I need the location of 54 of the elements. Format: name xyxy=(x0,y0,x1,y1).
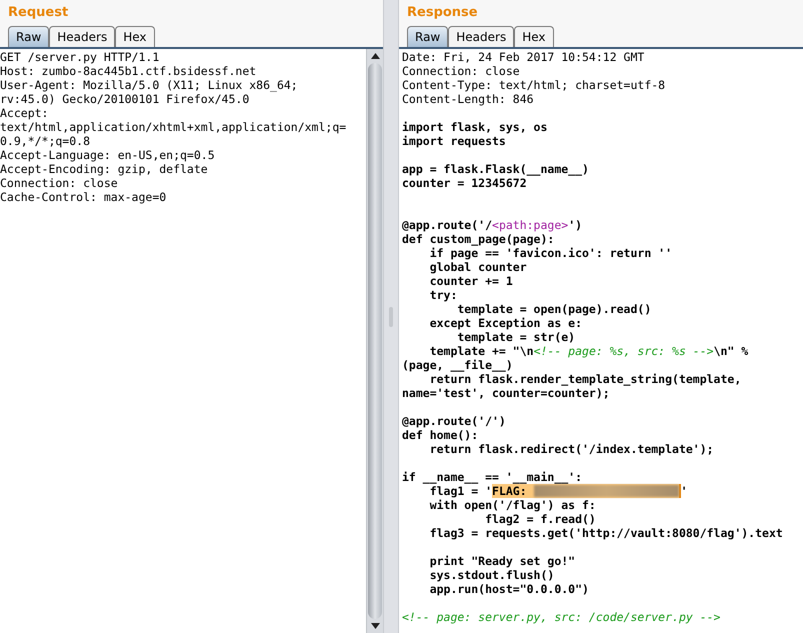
code-line: flag3 = requests.get('http://vault:8080/flag').text xyxy=(428,526,783,540)
scrollbar[interactable] xyxy=(366,49,383,633)
response-header-line: Connection: close xyxy=(402,64,520,78)
panel-title: Response xyxy=(406,4,478,22)
code-line: app.run(host="0.0.0.0") xyxy=(428,582,589,596)
code-line: import flask, sys, os xyxy=(402,120,548,134)
code-line: if page == 'favicon.ico': return '' xyxy=(428,246,672,260)
code-line: template = str(e) xyxy=(456,330,576,344)
code-line: template = open(page).read() xyxy=(456,302,652,316)
code-line: if __name__ == '__main__': xyxy=(402,470,582,484)
view-tab[interactable]: Raw xyxy=(407,26,448,47)
code-line: <!-- page: server.py, src: /code/server.py --> xyxy=(402,610,720,624)
request-line: 0.9,*/*;q=0.8 xyxy=(0,134,90,148)
code-line: counter += 1 xyxy=(428,274,513,288)
code-line: print "Ready set go!" xyxy=(428,554,576,568)
code-line: app = flask.Flask(__name__) xyxy=(402,162,589,176)
code-line: import requests xyxy=(402,134,506,148)
request-line: Cache-Control: max-age=0 xyxy=(0,190,166,204)
code-line: (page, __file__) xyxy=(402,358,513,372)
code-line: return flask.redirect('/index.template'); xyxy=(428,442,714,456)
code-line: with open('/flag') as f: xyxy=(428,498,596,512)
request-line: GET /server.py HTTP/1.1 xyxy=(0,50,160,64)
scroll-thumb[interactable] xyxy=(368,63,382,619)
code-line: flag1 = 'FLAG: ' xyxy=(428,484,688,498)
response-header-line: Content-Type: text/html; charset=utf-8 xyxy=(402,78,666,92)
code-line: counter = 12345672 xyxy=(402,176,527,190)
code-line: template += "\n<!-- page: %s, src: %s -->\n" % xyxy=(428,344,748,358)
code-line: flag2 = f.read() xyxy=(484,512,596,526)
code-line: def home(): xyxy=(402,428,478,442)
view-tab[interactable]: Hex xyxy=(115,26,154,47)
request-line: User-Agent: Mozilla/5.0 (X11; Linux x86_64; xyxy=(0,78,298,92)
response-header-line: Date: Fri, 24 Feb 2017 10:54:12 GMT xyxy=(402,50,644,64)
panel-title: Request xyxy=(7,4,68,22)
view-tab[interactable]: Raw xyxy=(8,26,50,47)
request-line: Accept: xyxy=(0,106,48,120)
code-line: @app.route('/') xyxy=(402,414,506,428)
request-line: Accept-Language: en-US,en;q=0.5 xyxy=(0,148,215,162)
response-header-line: Content-Length: 846 xyxy=(402,92,534,106)
request-line: rv:45.0) Gecko/20100101 Firefox/45.0 xyxy=(0,92,250,106)
code-line: global counter xyxy=(428,260,527,274)
view-tab[interactable]: Headers xyxy=(448,26,514,47)
code-line: except Exception as e: xyxy=(428,316,582,330)
request-line: Accept-Encoding: gzip, deflate xyxy=(0,162,208,176)
request-line: Host: zumbo-8ac445b1.ctf.bsidessf.net xyxy=(0,64,256,78)
request-line: Connection: close xyxy=(0,176,118,190)
request-line: text/html,application/xhtml+xml,application/xml;q= xyxy=(0,120,346,134)
code-line: @app.route('/<path:page>') xyxy=(402,218,582,232)
view-tab[interactable]: Headers xyxy=(49,26,116,47)
code-line: name='test', counter=counter); xyxy=(402,386,610,400)
code-line: def custom_page(page): xyxy=(402,232,554,246)
code-line: sys.stdout.flush() xyxy=(428,568,554,582)
view-tab[interactable]: Hex xyxy=(514,26,554,47)
code-line: return flask.render_template_string(template, xyxy=(428,372,742,386)
code-line: try: xyxy=(428,288,458,302)
